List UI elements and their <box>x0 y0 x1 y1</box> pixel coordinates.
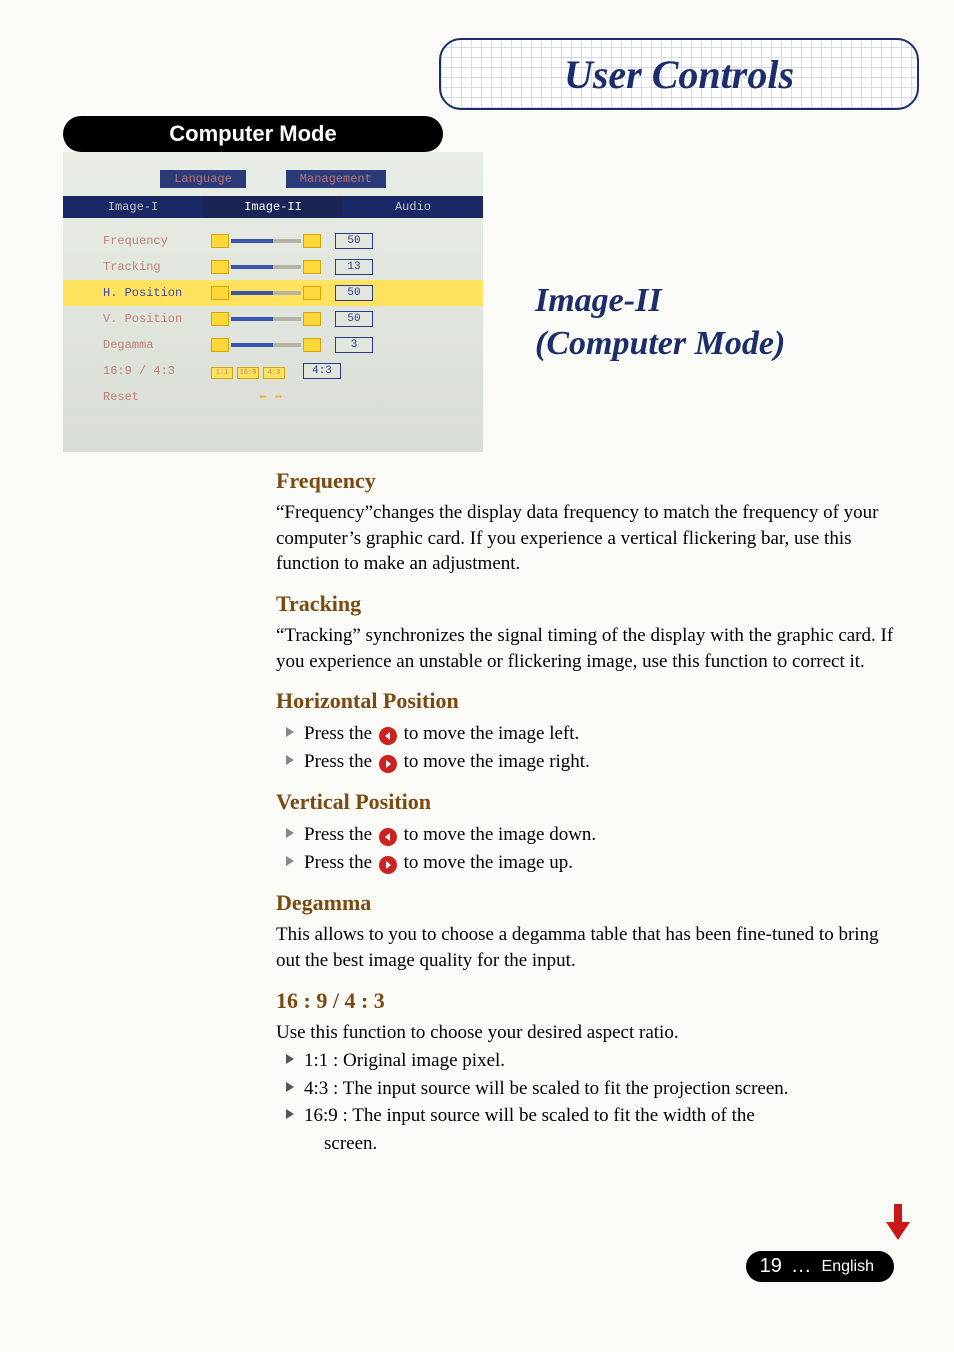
osd-row-vposition: V. Position 50 <box>103 306 463 332</box>
osd-reset-arrows-icon: ⬅ ➡ <box>211 390 282 405</box>
para-tracking: “Tracking” synchronizes the signal timin… <box>276 623 896 674</box>
footer-language: English <box>822 1258 874 1276</box>
heading-hpos: Horizontal Position <box>276 688 896 714</box>
osd-value: 4:3 <box>303 363 341 379</box>
osd-value: 50 <box>335 233 373 249</box>
list-item-cont: screen. <box>276 1130 896 1158</box>
osd-row-hposition-selected: H. Position 50 <box>63 280 483 306</box>
osd-value: 13 <box>335 259 373 275</box>
osd-row-frequency: Frequency 50 <box>103 228 463 254</box>
osd-top-tabs: Language Management <box>63 162 483 192</box>
osd-label: Degamma <box>103 338 203 352</box>
osd-slider <box>211 234 321 248</box>
osd-tab-language: Language <box>160 170 246 188</box>
osd-tab-audio: Audio <box>343 196 483 218</box>
osd-label: 16:9 / 4:3 <box>103 364 203 378</box>
text: Press the <box>304 723 377 744</box>
list-item: Press the to move the image up. <box>276 849 896 877</box>
list-item: Press the to move the image right. <box>276 748 896 776</box>
osd-label: H. Position <box>103 286 203 300</box>
osd-tab-image2: Image-II <box>203 196 343 218</box>
osd-slider <box>211 260 321 274</box>
osd-screenshot: Language Management Image-I Image-II Aud… <box>63 152 483 452</box>
para-degamma: This allows to you to choose a degamma t… <box>276 922 896 973</box>
osd-mid-tabs: Image-I Image-II Audio <box>63 196 483 218</box>
right-arrow-icon <box>379 856 397 874</box>
osd-label: Tracking <box>103 260 203 274</box>
heading-vpos: Vertical Position <box>276 789 896 815</box>
osd-slider <box>211 312 321 326</box>
left-arrow-icon <box>379 828 397 846</box>
osd-row-degamma: Degamma 3 <box>103 332 463 358</box>
section-title-line1: Image-II <box>535 280 785 323</box>
heading-frequency: Frequency <box>276 468 896 494</box>
list-item: Press the to move the image down. <box>276 821 896 849</box>
page-title-banner: User Controls <box>439 38 919 110</box>
list-item: 1:1 : Original image pixel. <box>276 1047 896 1075</box>
osd-label: Frequency <box>103 234 203 248</box>
page-footer: 19 ... English <box>746 1251 894 1282</box>
section-title: Image-II (Computer Mode) <box>535 280 785 365</box>
page-title: User Controls <box>564 51 794 98</box>
para-aspect: Use this function to choose your desired… <box>276 1020 896 1046</box>
page-number: 19 <box>760 1255 782 1278</box>
para-frequency: “Frequency”changes the display data freq… <box>276 500 896 577</box>
text: to move the image up. <box>399 852 573 873</box>
osd-slider <box>211 338 321 352</box>
list-item: Press the to move the image left. <box>276 720 896 748</box>
list-item: 4:3 : The input source will be scaled to… <box>276 1075 896 1103</box>
osd-aspect-icons: 1:116:94:3 <box>211 363 289 379</box>
list-item: 16:9 : The input source will be scaled t… <box>276 1102 896 1130</box>
osd-value: 50 <box>335 311 373 327</box>
osd-tab-management: Management <box>286 170 386 188</box>
osd-value: 50 <box>335 285 373 301</box>
footer-dots: ... <box>792 1255 812 1278</box>
text: Press the <box>304 751 377 772</box>
heading-aspect: 16 : 9 / 4 : 3 <box>276 988 896 1014</box>
mode-heading: Computer Mode <box>63 116 443 152</box>
section-title-line2: (Computer Mode) <box>535 323 785 366</box>
osd-row-tracking: Tracking 13 <box>103 254 463 280</box>
heading-degamma: Degamma <box>276 890 896 916</box>
text: to move the image right. <box>399 751 590 772</box>
body-column: Frequency “Frequency”changes the display… <box>276 468 896 1158</box>
osd-tab-image1: Image-I <box>63 196 203 218</box>
text: Press the <box>304 852 377 873</box>
text: Press the <box>304 824 377 845</box>
left-arrow-icon <box>379 727 397 745</box>
text: to move the image left. <box>399 723 579 744</box>
mode-heading-text: Computer Mode <box>169 121 336 147</box>
osd-value: 3 <box>335 337 373 353</box>
down-arrow-icon <box>886 1222 910 1240</box>
right-arrow-icon <box>379 755 397 773</box>
text: to move the image down. <box>399 824 596 845</box>
osd-label: V. Position <box>103 312 203 326</box>
osd-row-aspect: 16:9 / 4:3 1:116:94:3 4:3 <box>103 358 463 384</box>
osd-slider <box>211 286 321 300</box>
heading-tracking: Tracking <box>276 591 896 617</box>
osd-label: Reset <box>103 390 203 404</box>
osd-row-reset: Reset ⬅ ➡ <box>103 384 463 410</box>
